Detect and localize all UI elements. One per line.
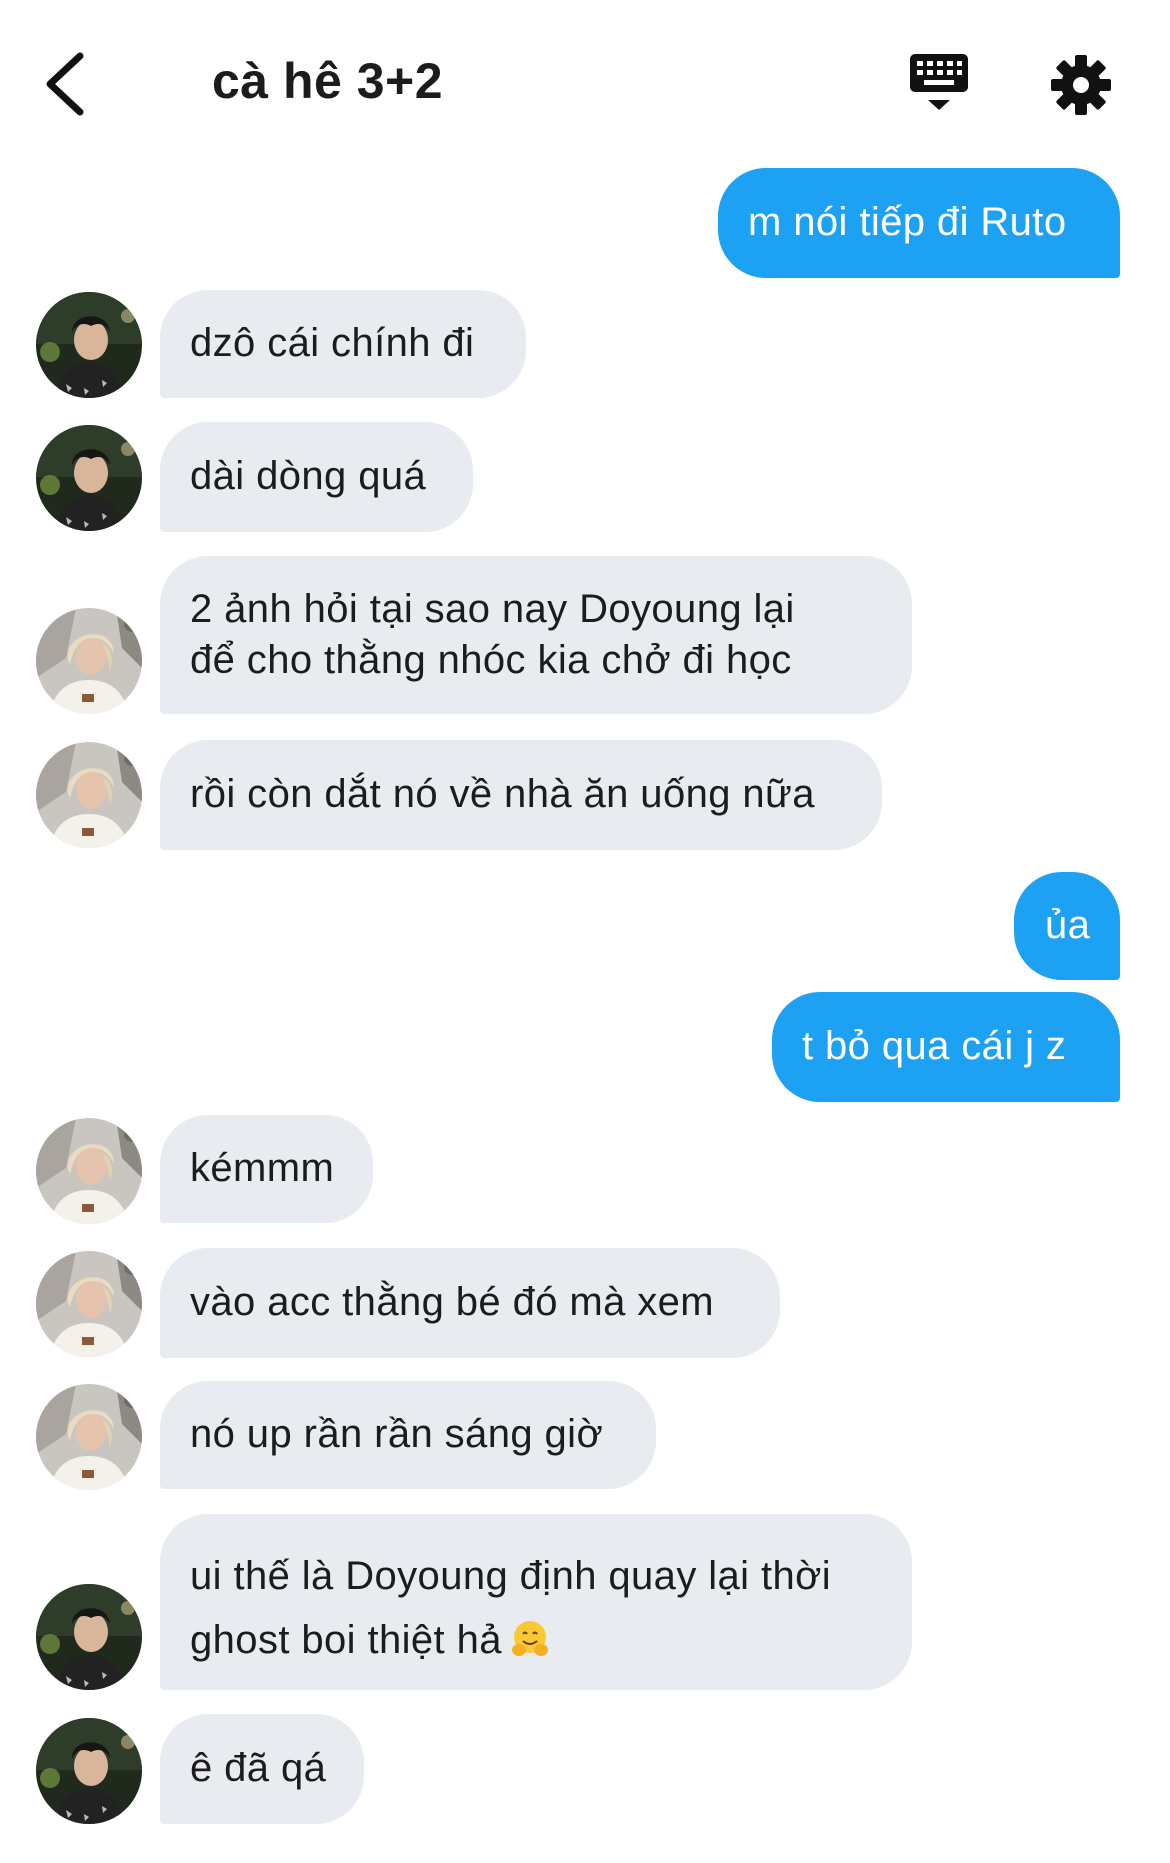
message-bubble-incoming[interactable]: dài dòng quá [160,422,473,532]
avatar[interactable] [36,1718,142,1824]
message-bubble-incoming[interactable]: rồi còn dắt nó về nhà ăn uống nữa [160,740,882,850]
message-bubble-incoming[interactable]: kémmm [160,1115,373,1223]
avatar[interactable] [36,292,142,398]
avatar[interactable] [36,1251,142,1357]
message-bubble-outgoing[interactable]: m nói tiếp đi Ruto [718,168,1120,278]
keyboard-button[interactable] [906,52,972,118]
message-text-line-2: ghost boi thiệt hả [190,1618,502,1662]
gear-icon [1051,55,1111,115]
message-bubble-incoming[interactable]: nó up rần rần sáng giờ [160,1381,656,1489]
avatar[interactable] [36,1384,142,1490]
keyboard-icon [910,54,968,110]
message-text: ủa [1045,903,1091,947]
hugging-face-emoji [510,1619,550,1659]
message-text: dài dòng quá [190,454,427,498]
avatar[interactable] [36,1584,142,1690]
message-text-line-1: 2 ảnh hỏi tại sao nay Doyoung lại [190,587,795,631]
avatar[interactable] [36,742,142,848]
message-text: dzô cái chính đi [190,321,475,365]
message-bubble-incoming[interactable]: dzô cái chính đi [160,290,526,398]
avatar[interactable] [36,425,142,531]
settings-button[interactable] [1048,52,1114,118]
message-text: m nói tiếp đi Ruto [748,200,1067,244]
message-text: kémmm [190,1146,335,1190]
message-text: nó up rần rần sáng giờ [190,1412,604,1456]
message-text: t bỏ qua cái j z [802,1024,1067,1068]
message-text: vào acc thằng bé đó mà xem [190,1280,715,1324]
message-text-line-2-wrap: ghost boi thiệt hả [190,1608,882,1672]
back-button[interactable] [38,48,98,120]
conversation-title[interactable]: cà hê 3+2 [212,52,443,110]
avatar[interactable] [36,608,142,714]
message-text-line-1: ui thế là Doyoung định quay lại thời [190,1554,832,1598]
chat-header: cà hê 3+2 [0,0,1170,160]
message-bubble-incoming[interactable]: ui thế là Doyoung định quay lại thời gho… [160,1514,912,1690]
chevron-left-icon [46,52,84,116]
message-text: rồi còn dắt nó về nhà ăn uống nữa [190,772,815,816]
message-text: ê đã qá [190,1746,327,1790]
avatar[interactable] [36,1118,142,1224]
message-bubble-outgoing[interactable]: t bỏ qua cái j z [772,992,1120,1102]
message-bubble-incoming[interactable]: 2 ảnh hỏi tại sao nay Doyoung lại để cho… [160,556,912,714]
message-bubble-incoming[interactable]: ê đã qá [160,1714,364,1824]
message-bubble-incoming[interactable]: vào acc thằng bé đó mà xem [160,1248,780,1358]
message-bubble-outgoing[interactable]: ủa [1014,872,1120,980]
message-text-line-2: để cho thằng nhóc kia chở đi học [190,638,792,682]
